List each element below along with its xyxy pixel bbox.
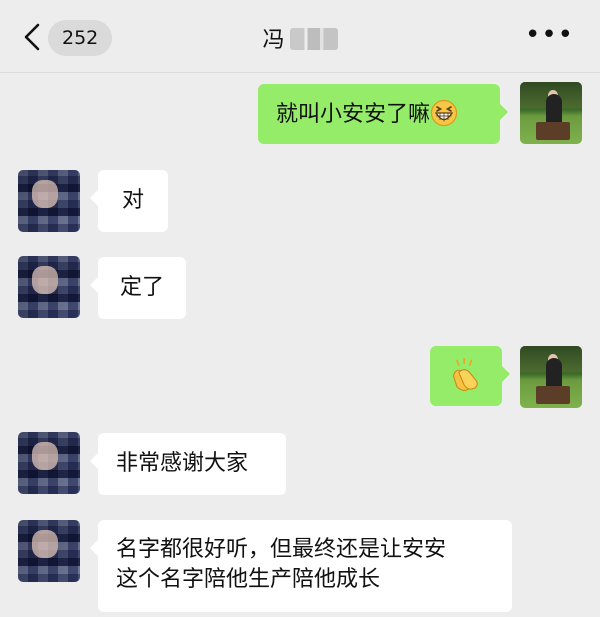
message-bubble[interactable]: 非常感谢大家 xyxy=(90,433,286,495)
chat-title-text: 冯 xyxy=(262,28,286,53)
redacted-name xyxy=(289,28,338,50)
more-dots-icon[interactable]: ••• xyxy=(525,22,574,48)
message-text: 就叫小安安了嘛 xyxy=(276,102,431,127)
clapping-hands-icon xyxy=(452,358,478,391)
message-text: 非常感谢大家 xyxy=(116,451,249,476)
message-bubble[interactable] xyxy=(430,346,510,406)
avatar-chair xyxy=(536,122,570,140)
my-avatar[interactable] xyxy=(520,82,582,144)
contact-avatar[interactable] xyxy=(18,520,80,582)
contact-avatar[interactable] xyxy=(18,432,80,494)
my-avatar[interactable] xyxy=(520,346,582,408)
message-bubble[interactable]: 名字都很好听，但最终还是让安安 这个名字陪他生产陪他成长 xyxy=(90,520,512,612)
message-bubble[interactable]: 就叫小安安了嘛 xyxy=(258,84,508,144)
message-text-line: 这个名字陪他生产陪他成长 xyxy=(116,567,381,592)
chat-title: 冯 xyxy=(0,22,600,54)
message-text: 对 xyxy=(121,188,144,213)
chat-header: 252 冯 ••• xyxy=(0,0,600,73)
message-bubble[interactable]: 对 xyxy=(90,170,168,232)
avatar-chair xyxy=(536,386,570,404)
contact-avatar[interactable] xyxy=(18,256,80,318)
contact-avatar[interactable] xyxy=(18,170,80,232)
message-text: 定了 xyxy=(119,275,164,300)
message-text-line: 名字都很好听，但最终还是让安安 xyxy=(116,537,447,562)
grinning-squinting-face-icon xyxy=(430,99,458,127)
message-bubble[interactable]: 定了 xyxy=(90,257,186,319)
